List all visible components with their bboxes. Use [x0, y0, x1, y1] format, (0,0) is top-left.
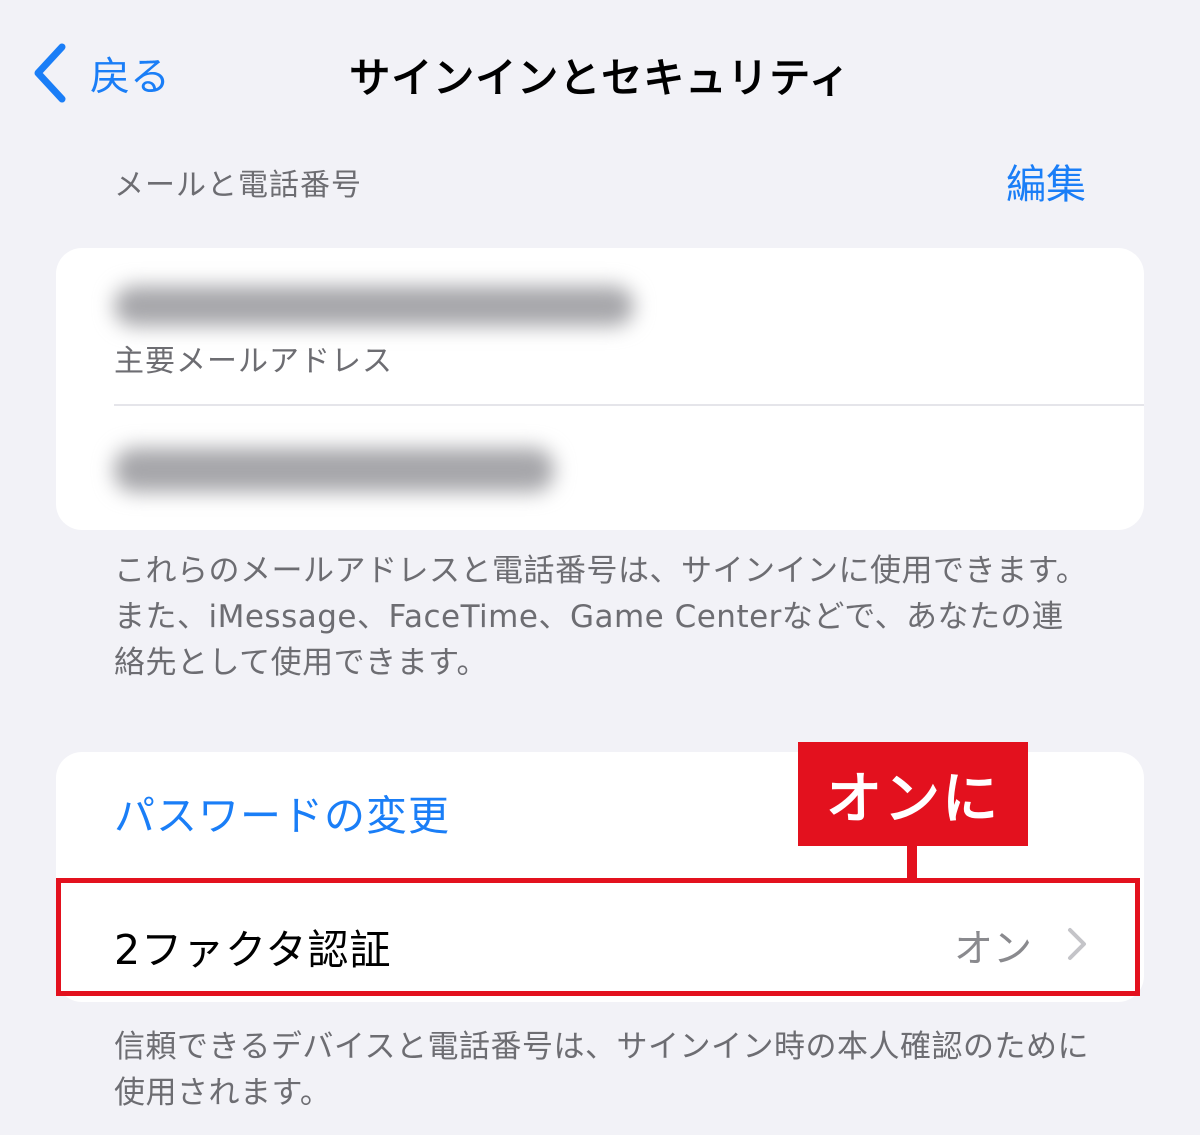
callout-connector [907, 846, 917, 880]
blurred-email-address [114, 286, 634, 326]
page-title: サインインとセキュリティ [349, 54, 851, 102]
divider [114, 404, 1144, 406]
email-section-header: メールと電話番号 [114, 168, 362, 203]
callout-label: オンに [798, 742, 1028, 846]
primary-email-label: 主要メールアドレス [114, 344, 393, 379]
email-phone-card: 主要メールアドレス [56, 248, 1144, 530]
security-section-footer: 信頼できるデバイスと電話番号は、サインイン時の本人確認のために使用されます。 [114, 1029, 1089, 1111]
edit-button[interactable]: 編集 [1006, 152, 1086, 210]
email-section-footer: これらのメールアドレスと電話番号は、サインインに使用できます。また、iMessa… [114, 553, 1088, 681]
change-password-button[interactable]: パスワードの変更 [114, 782, 450, 842]
navigation-bar: 戻る サインインとセキュリティ [0, 0, 1200, 150]
blurred-phone-number [114, 448, 554, 492]
highlight-box [56, 878, 1140, 996]
